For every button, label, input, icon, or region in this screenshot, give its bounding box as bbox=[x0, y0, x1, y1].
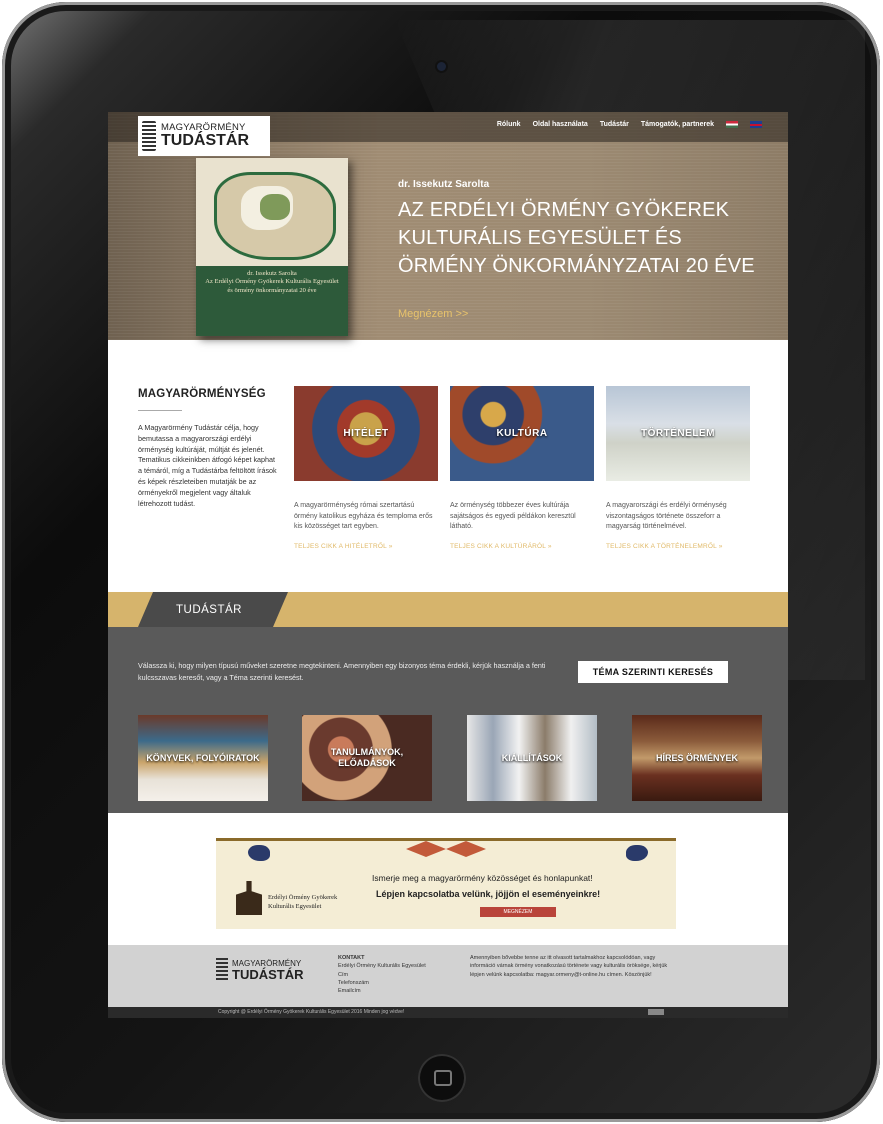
card-link[interactable]: TELJES CIKK A KULTÚRÁRÓL » bbox=[450, 543, 594, 550]
tile-label: TANULMÁNYOK, ELŐADÁSOK bbox=[330, 747, 404, 768]
card-description: A magyarörménység római szertartású örmé… bbox=[294, 502, 433, 530]
tile-label: KÖNYVEK, FOLYÓIRATOK bbox=[146, 752, 260, 763]
footer-contact: KONTAKT Erdélyi Örmény Kulturális Egyesü… bbox=[338, 954, 426, 995]
hero-title: AZ ERDÉLYI ÖRMÉNY GYÖKEREK KULTURÁLIS EG… bbox=[398, 199, 755, 277]
tile-label: HÍRES ÖRMÉNYEK bbox=[655, 752, 738, 763]
website-screen: dr. Issekutz Sarolta Az Erdélyi Örmény G… bbox=[108, 112, 788, 1018]
card-description: A magyarországi és erdélyi örménység vis… bbox=[606, 502, 727, 530]
topic-search-button[interactable]: TÉMA SZERINTI KERESÉS bbox=[578, 661, 728, 683]
card-image[interactable]: HITÉLET bbox=[294, 386, 438, 481]
card-title: KULTÚRA bbox=[496, 428, 548, 439]
banner-org-name: Erdélyi Örmény Gyökerek Kulturális Egyes… bbox=[268, 894, 338, 911]
card-hitelet[interactable]: HITÉLET A magyarörménység római szertart… bbox=[294, 386, 438, 550]
home-icon bbox=[434, 1070, 452, 1086]
banner-line1: Ismerje meg a magyarörmény közösséget és… bbox=[372, 873, 593, 883]
copyright-text: Copyright @ Erdélyi Örmény Gyökerek Kult… bbox=[218, 1009, 405, 1015]
contact-line: Erdélyi Örmény Kulturális Egyesület bbox=[338, 963, 426, 970]
logo-emblem-icon bbox=[216, 958, 228, 982]
intro-heading: MAGYARÖRMÉNYSÉG bbox=[138, 388, 266, 400]
footer-note: Amennyiben bővebbe tenne az itt olvasott… bbox=[470, 955, 668, 978]
menu-item-tudastar[interactable]: Tudástár bbox=[600, 121, 629, 128]
card-image[interactable]: KULTÚRA bbox=[450, 386, 594, 481]
copyright-bar: Copyright @ Erdélyi Örmény Gyökerek Kult… bbox=[108, 1007, 788, 1018]
card-description: Az örménység többezer éves kultúrája saj… bbox=[450, 502, 576, 530]
church-icon bbox=[236, 881, 262, 915]
menu-item-rolunk[interactable]: Rólunk bbox=[497, 121, 521, 128]
tile-kiallitasok[interactable]: KIÁLLÍTÁSOK bbox=[467, 715, 597, 801]
hungarian-flag-icon[interactable] bbox=[726, 121, 738, 128]
book-cover-text: dr. Issekutz Sarolta Az Erdélyi Örmény G… bbox=[205, 270, 339, 294]
intro-section: MAGYARÖRMÉNYSÉG A Magyarörmény Tudástár … bbox=[138, 388, 278, 509]
bird-ornament-icon bbox=[626, 845, 648, 861]
tudastar-section: Válassza ki, hogy milyen típusú műveket … bbox=[108, 627, 788, 813]
hero-more-link[interactable]: Megnézem >> bbox=[398, 308, 468, 320]
footer-logo-line2: TUDÁSTÁR bbox=[232, 966, 304, 982]
contact-heading: KONTAKT bbox=[338, 955, 365, 961]
ornament-icon bbox=[406, 841, 486, 857]
logo-emblem-icon bbox=[142, 121, 156, 151]
logo-line2: TUDÁSTÁR bbox=[161, 131, 249, 149]
card-link[interactable]: TELJES CIKK A TÖRTÉNELEMRŐL » bbox=[606, 543, 750, 550]
card-title: HITÉLET bbox=[343, 428, 389, 439]
contact-line: Cím bbox=[338, 971, 349, 978]
home-button[interactable] bbox=[418, 1054, 466, 1102]
footer bbox=[108, 945, 788, 1007]
community-banner[interactable]: Erdélyi Örmény Gyökerek Kulturális Egyes… bbox=[216, 838, 676, 929]
menu-item-tamogatok[interactable]: Támogatók, partnerek bbox=[641, 121, 714, 128]
english-flag-icon[interactable] bbox=[750, 121, 762, 128]
banner-cta-button[interactable]: MEGNÉZEM bbox=[480, 907, 556, 917]
menu-item-oldal-hasznalata[interactable]: Oldal használata bbox=[533, 121, 588, 128]
card-image[interactable]: TÖRTÉNELEM bbox=[606, 386, 750, 481]
book-cover-image: dr. Issekutz Sarolta Az Erdélyi Örmény G… bbox=[196, 158, 348, 336]
card-title: TÖRTÉNELEM bbox=[641, 428, 715, 439]
bird-ornament-icon bbox=[248, 845, 270, 861]
tile-tanulmanyok[interactable]: TANULMÁNYOK, ELŐADÁSOK bbox=[302, 715, 432, 801]
site-logo[interactable]: MAGYARÖRMÉNY TUDÁSTÁR bbox=[138, 116, 270, 156]
partner-logo-icon bbox=[648, 1009, 664, 1015]
heading-divider bbox=[138, 410, 182, 411]
main-menu: Rólunk Oldal használata Tudástár Támogat… bbox=[497, 121, 762, 128]
card-link[interactable]: TELJES CIKK A HITÉLETRŐL » bbox=[294, 543, 438, 550]
tudastar-text: Válassza ki, hogy milyen típusú műveket … bbox=[138, 661, 546, 682]
tile-konyvek[interactable]: KÖNYVEK, FOLYÓIRATOK bbox=[138, 715, 268, 801]
tile-hires-ormenyek[interactable]: HÍRES ÖRMÉNYEK bbox=[632, 715, 762, 801]
hero-author: dr. Issekutz Sarolta bbox=[398, 179, 490, 190]
camera-lens bbox=[437, 62, 446, 71]
card-kultura[interactable]: KULTÚRA Az örménység többezer éves kultú… bbox=[450, 386, 594, 550]
contact-line: Telefonszám bbox=[338, 979, 369, 986]
tudastar-heading: TUDÁSTÁR bbox=[176, 604, 242, 616]
intro-text: A Magyarörmény Tudástár célja, hogy bemu… bbox=[138, 423, 277, 508]
card-tortenelem[interactable]: TÖRTÉNELEM A magyarországi és erdélyi ör… bbox=[606, 386, 750, 550]
contact-line: Emailcím bbox=[338, 988, 361, 994]
banner-line2: Lépjen kapcsolatba velünk, jöjjön el ese… bbox=[376, 889, 601, 899]
tile-label: KIÁLLÍTÁSOK bbox=[501, 752, 563, 763]
footer-logo[interactable]: MAGYARÖRMÉNY TUDÁSTÁR bbox=[216, 958, 304, 982]
